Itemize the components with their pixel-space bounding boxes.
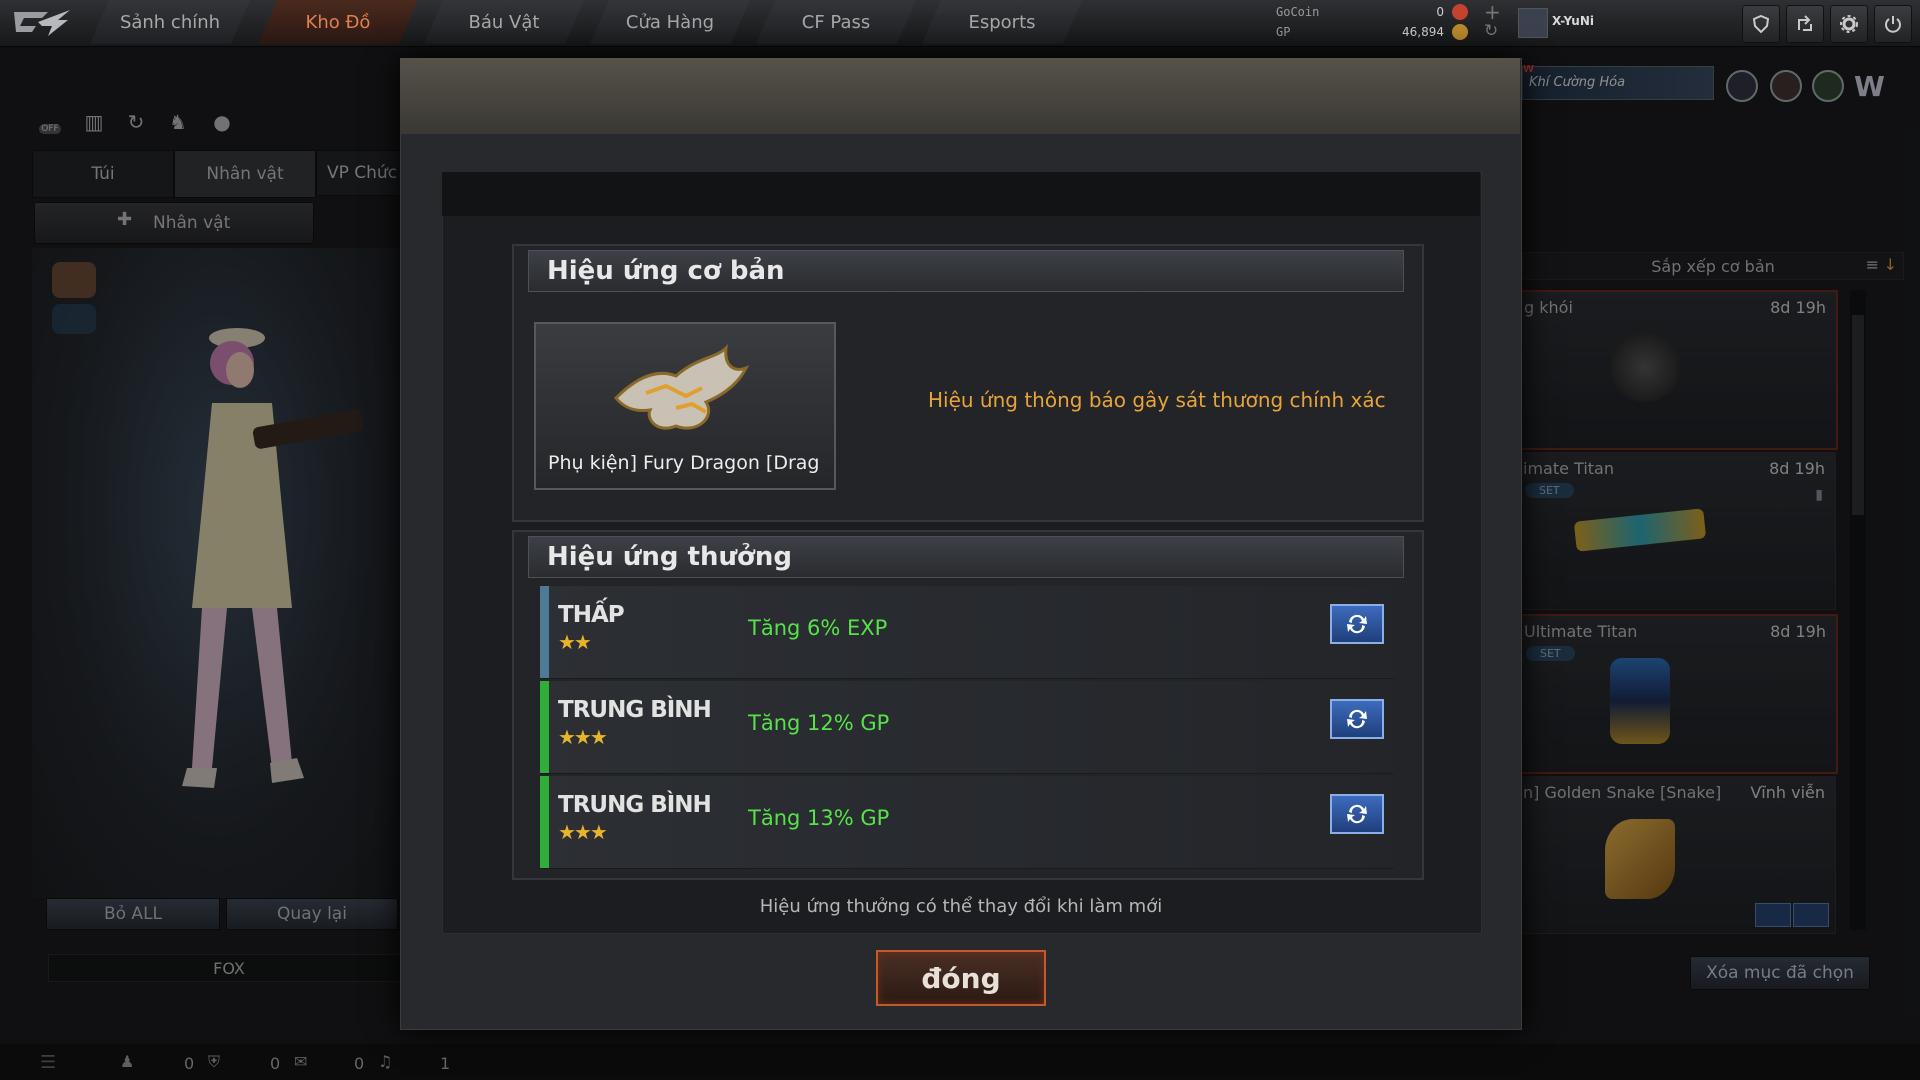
exit-room-icon[interactable]	[1786, 5, 1824, 43]
bonus-effect-title: Hiệu ứng thưởng	[528, 536, 1404, 578]
crossfire-logo[interactable]	[8, 4, 78, 42]
refresh-icon	[1347, 709, 1367, 729]
bonus-note: Hiệu ứng thưởng có thể thay đổi khi làm …	[759, 896, 1163, 917]
gp-value: 46,894	[1402, 25, 1444, 39]
bonus-row: TRUNG BÌNH ★★★ Tăng 13% GP	[540, 776, 1394, 869]
nav-tab-esports[interactable]: Esports	[922, 0, 1082, 44]
reward-text: Tăng 13% GP	[748, 806, 890, 830]
refresh-button[interactable]	[1330, 604, 1384, 644]
close-label: đóng	[921, 961, 1001, 995]
item-name: Phụ kiện] Fury Dragon [Drag	[548, 452, 820, 474]
top-nav-bar: Sảnh chính Kho Đồ Báu Vật Cửa Hàng CF Pa…	[0, 0, 1920, 47]
refresh-icon	[1347, 804, 1367, 824]
basic-effect-description: Hiệu ứng thông báo gây sát thương chính …	[928, 388, 1386, 412]
nav-tab-label: Báu Vật	[468, 11, 540, 33]
refresh-button[interactable]	[1330, 794, 1384, 834]
reward-text: Tăng 12% GP	[748, 711, 890, 735]
tier-stars: ★★★	[558, 725, 608, 749]
refresh-currency-icon[interactable]: ↻	[1484, 21, 1498, 41]
nav-tab-label: Kho Đồ	[305, 11, 371, 33]
tier-stars: ★★★	[558, 820, 608, 844]
gocoin-icon	[1452, 4, 1468, 20]
nav-tab-label: Sảnh chính	[119, 11, 221, 33]
tier-stars: ★★	[558, 630, 592, 654]
tier-label: TRUNG BÌNH	[558, 697, 712, 723]
tier-color-bar	[540, 586, 549, 678]
close-button[interactable]: đóng	[876, 950, 1046, 1006]
gp-coin-icon	[1452, 24, 1468, 40]
nav-tab-cf-pass[interactable]: CF Pass	[756, 0, 916, 44]
shield-icon[interactable]	[1742, 5, 1780, 43]
tier-label: TRUNG BÌNH	[558, 792, 712, 818]
modal-header	[400, 58, 1520, 134]
modal-body-header	[442, 172, 1480, 216]
nav-tab-treasure[interactable]: Báu Vật	[424, 0, 584, 44]
gocoin-value: 0	[1436, 5, 1444, 19]
user-name: X-YuNi	[1552, 14, 1595, 28]
gp-label: GP	[1276, 25, 1291, 39]
power-icon[interactable]	[1874, 5, 1912, 43]
avatar[interactable]	[1518, 8, 1548, 38]
bonus-row: TRUNG BÌNH ★★★ Tăng 12% GP	[540, 681, 1394, 774]
item-preview: Phụ kiện] Fury Dragon [Drag	[534, 322, 836, 490]
basic-effect-title: Hiệu ứng cơ bản	[528, 250, 1404, 292]
tier-color-bar	[540, 681, 549, 773]
gocoin-label: GoCoin	[1276, 5, 1320, 19]
fury-dragon-icon	[613, 343, 750, 430]
refresh-icon	[1347, 614, 1367, 634]
nav-tab-label: CF Pass	[801, 11, 871, 33]
nav-tab-inventory[interactable]: Kho Đồ	[258, 0, 418, 44]
tier-color-bar	[540, 776, 549, 868]
bonus-row: THẤP ★★ Tăng 6% EXP	[540, 586, 1394, 679]
reward-text: Tăng 6% EXP	[748, 616, 888, 640]
nav-tab-label: Esports	[968, 11, 1036, 33]
tier-label: THẤP	[558, 602, 625, 628]
gear-icon[interactable]	[1830, 5, 1868, 43]
nav-tab-home[interactable]: Sảnh chính	[90, 0, 250, 44]
nav-tab-shop[interactable]: Cửa Hàng	[590, 0, 750, 44]
nav-tab-label: Cửa Hàng	[625, 11, 715, 33]
refresh-button[interactable]	[1330, 699, 1384, 739]
